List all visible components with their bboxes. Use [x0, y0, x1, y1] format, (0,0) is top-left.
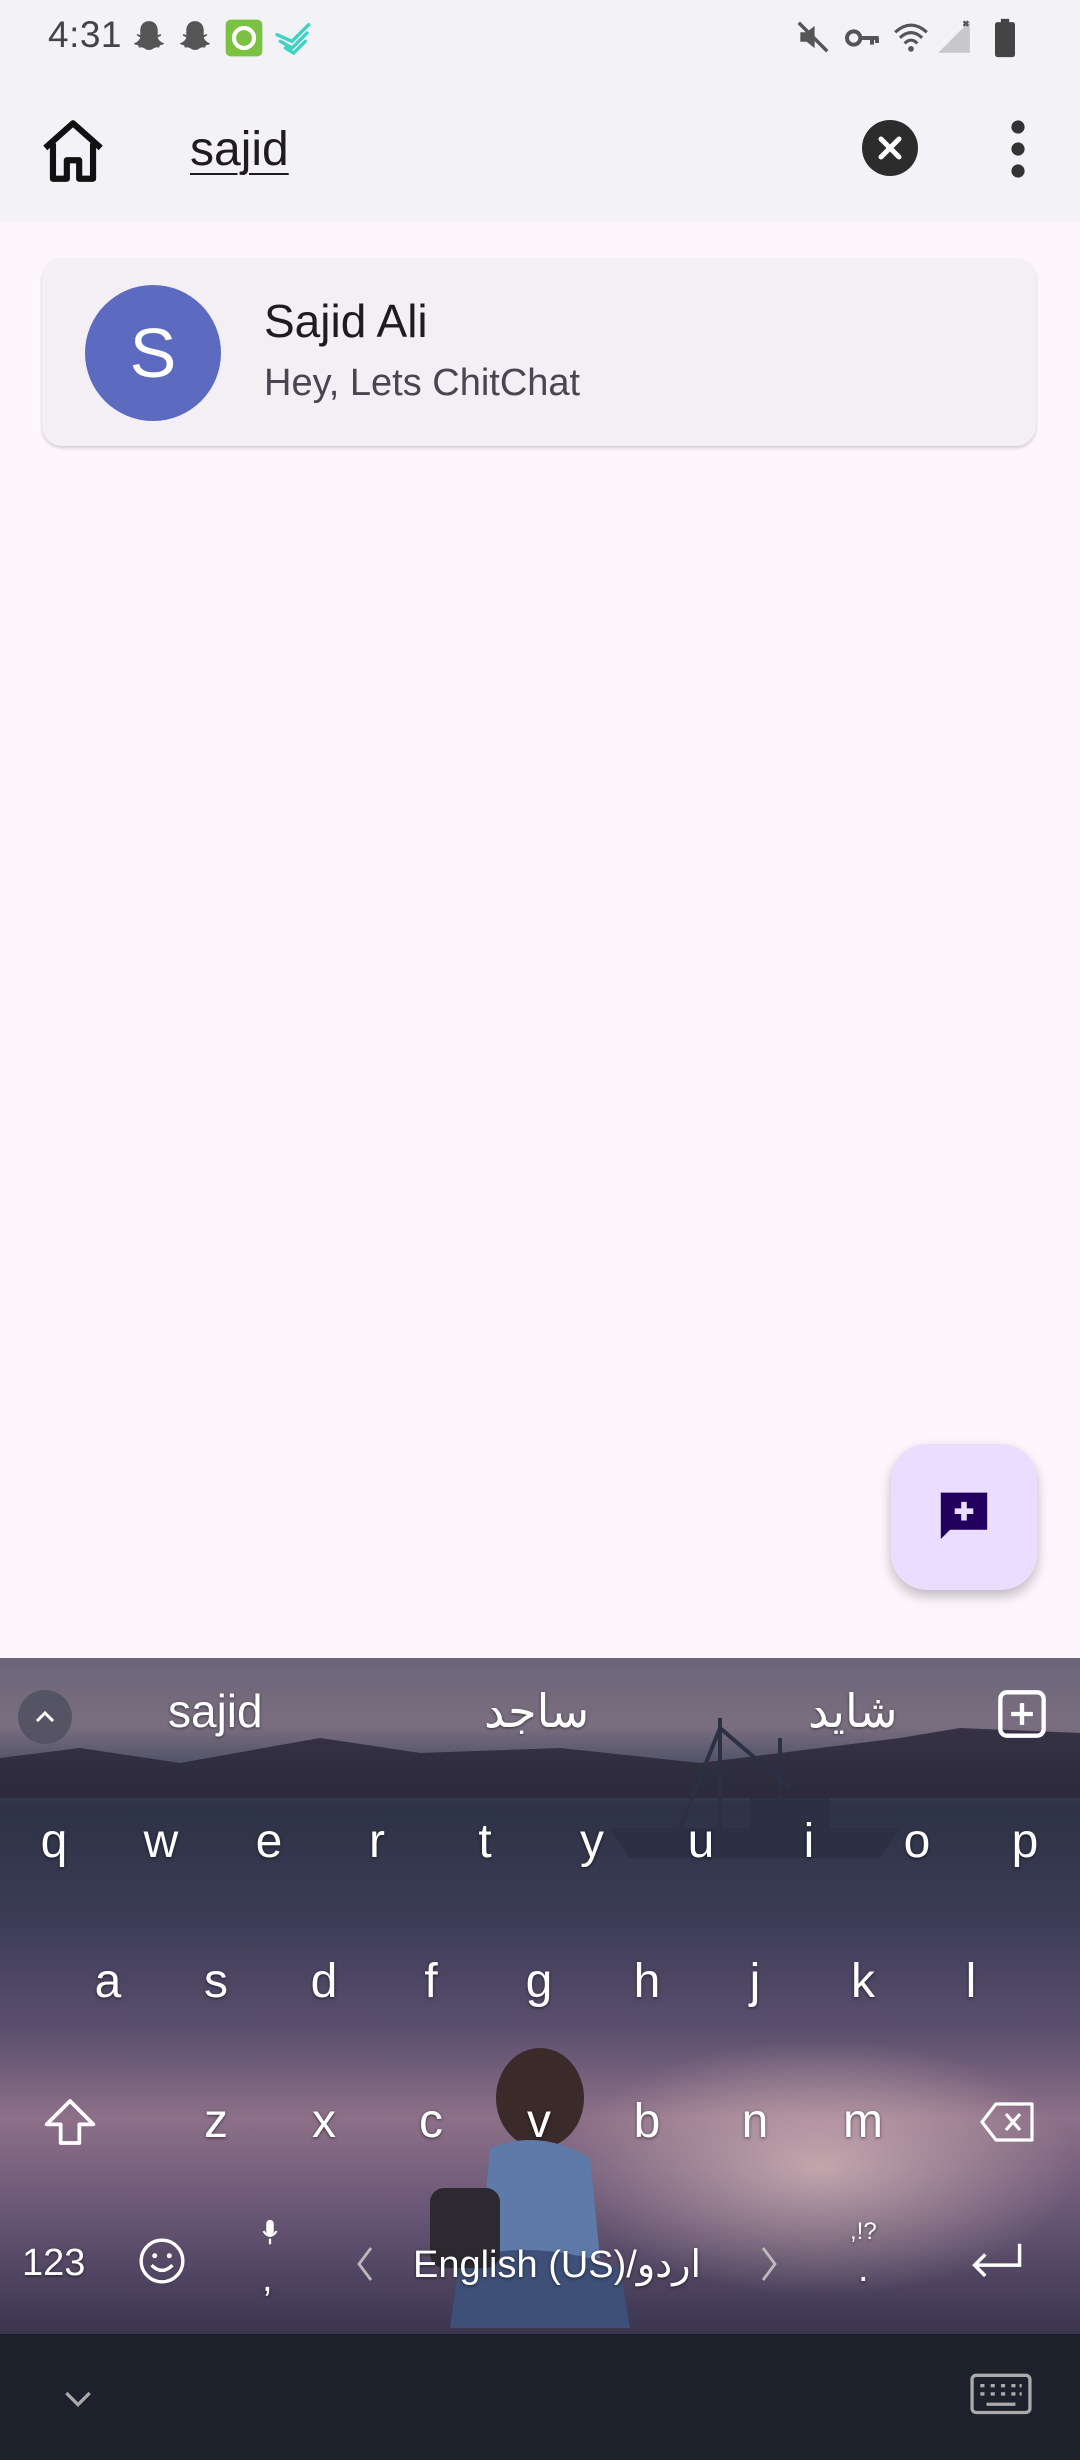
- key-u[interactable]: u: [656, 1792, 746, 1892]
- new-chat-button[interactable]: [891, 1444, 1037, 1590]
- chevron-down-icon[interactable]: [58, 2378, 98, 2418]
- key-b[interactable]: b: [602, 2072, 692, 2172]
- signal-icon: [938, 20, 970, 53]
- vpn-key-icon: [845, 29, 879, 47]
- add-comment-icon: [940, 1492, 988, 1540]
- key-t[interactable]: t: [440, 1792, 530, 1892]
- key-j[interactable]: j: [710, 1932, 800, 2032]
- key-n[interactable]: n: [710, 2072, 800, 2172]
- suggestion-item[interactable]: ساجد: [484, 1684, 589, 1738]
- enter-icon[interactable]: [966, 2238, 1026, 2288]
- mute-icon: [797, 21, 829, 53]
- avatar: S: [85, 285, 221, 421]
- key-w[interactable]: w: [116, 1792, 206, 1892]
- green-app-icon: [225, 19, 263, 57]
- snapchat-icon: [134, 21, 164, 50]
- key-x[interactable]: x: [279, 2072, 369, 2172]
- key-f[interactable]: f: [386, 1932, 476, 2032]
- comma-key[interactable]: ,: [262, 2258, 273, 2301]
- key-o[interactable]: o: [872, 1792, 962, 1892]
- navigation-bar: [0, 2334, 1080, 2460]
- microphone-icon: [262, 2219, 278, 2245]
- keyboard-switch-icon[interactable]: [970, 2372, 1032, 2420]
- clear-search-button[interactable]: [862, 120, 918, 176]
- key-q[interactable]: q: [9, 1792, 99, 1892]
- key-k[interactable]: k: [818, 1932, 908, 2032]
- on-screen-keyboard: sajid ساجد شاید q w e r t y u i o p a s …: [0, 1658, 1080, 2334]
- suggestion-item[interactable]: sajid: [168, 1684, 263, 1738]
- period-key[interactable]: .: [858, 2248, 869, 2291]
- add-word-icon[interactable]: [996, 1688, 1048, 1740]
- key-z[interactable]: z: [171, 2072, 261, 2172]
- space-bar[interactable]: English (US)/اردو: [413, 2242, 701, 2287]
- key-d[interactable]: d: [279, 1932, 369, 2032]
- key-e[interactable]: e: [224, 1792, 314, 1892]
- chevron-up-icon: [35, 1710, 55, 1723]
- bird-app-icon: [275, 23, 311, 56]
- backspace-icon[interactable]: [980, 2100, 1036, 2144]
- chevron-left-icon: [357, 2247, 373, 2281]
- key-y[interactable]: y: [547, 1792, 637, 1892]
- key-i[interactable]: i: [764, 1792, 854, 1892]
- app-bar: [0, 76, 1080, 222]
- symbols-key[interactable]: 123: [22, 2242, 85, 2285]
- key-s[interactable]: s: [171, 1932, 261, 2032]
- more-vert-icon[interactable]: [998, 116, 1038, 182]
- snapchat-icon: [180, 21, 210, 50]
- key-m[interactable]: m: [818, 2072, 908, 2172]
- key-p[interactable]: p: [980, 1792, 1070, 1892]
- suggestion-expand-button[interactable]: [18, 1690, 72, 1744]
- home-icon[interactable]: [36, 114, 110, 188]
- key-v[interactable]: v: [494, 2072, 584, 2172]
- contact-result-card[interactable]: S Sajid Ali Hey, Lets ChitChat: [42, 258, 1036, 446]
- shift-icon[interactable]: [42, 2094, 98, 2150]
- punctuation-hint: ,!?: [850, 2218, 877, 2245]
- key-h[interactable]: h: [602, 1932, 692, 2032]
- status-time: 4:31: [48, 14, 123, 55]
- key-g[interactable]: g: [494, 1932, 584, 2032]
- close-icon: [878, 136, 902, 160]
- battery-icon: [995, 18, 1015, 58]
- status-bar: 4:31: [0, 0, 1080, 76]
- contact-name: Sajid Ali: [264, 295, 428, 347]
- search-input[interactable]: [190, 114, 830, 184]
- emoji-icon[interactable]: [137, 2236, 187, 2286]
- chevron-right-icon: [761, 2247, 777, 2281]
- key-r[interactable]: r: [332, 1792, 422, 1892]
- wifi-icon: [894, 23, 928, 52]
- suggestion-item[interactable]: شاید: [808, 1684, 898, 1738]
- key-c[interactable]: c: [386, 2072, 476, 2172]
- contact-status: Hey, Lets ChitChat: [264, 362, 581, 404]
- key-l[interactable]: l: [926, 1932, 1016, 2032]
- key-a[interactable]: a: [63, 1932, 153, 2032]
